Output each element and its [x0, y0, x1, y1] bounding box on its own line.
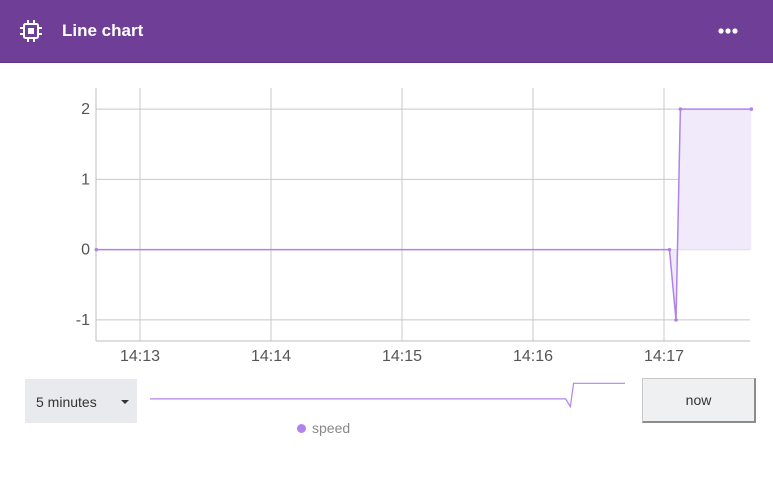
- y-tick-label: 2: [81, 101, 90, 118]
- data-point: [678, 107, 683, 111]
- y-tick-label: 1: [81, 171, 90, 188]
- navigator-line: [150, 382, 625, 409]
- time-range-select[interactable]: 5 minutes: [25, 379, 137, 423]
- line-chart: -1 0 1 2 14:13 14:14 14:15 14:16 14:17: [76, 88, 754, 365]
- x-tick-label: 14:16: [513, 348, 553, 365]
- more-horizontal-icon[interactable]: [713, 22, 743, 40]
- y-axis-ticks: -1 0 1 2: [76, 101, 90, 329]
- series-line-speed: [96, 108, 752, 320]
- x-tick-label: 14:17: [644, 348, 684, 365]
- legend-marker: [297, 424, 306, 433]
- legend: speed: [297, 420, 350, 436]
- chart-series: [94, 107, 754, 322]
- app-header: Line chart: [0, 0, 773, 63]
- chart-area: [96, 109, 752, 320]
- y-tick-label: 0: [81, 242, 90, 259]
- series-area: [96, 109, 752, 320]
- now-button[interactable]: now: [642, 378, 756, 423]
- data-point: [674, 318, 678, 322]
- chevron-down-icon: [121, 400, 129, 404]
- x-axis-ticks: 14:13 14:14 14:15 14:16 14:17: [120, 348, 684, 365]
- y-tick-label: -1: [76, 312, 90, 329]
- data-point: [94, 247, 99, 252]
- card-title: Line chart: [62, 21, 144, 40]
- x-tick-label: 14:15: [382, 348, 422, 365]
- chart-grid: [95, 88, 750, 342]
- data-point: [749, 107, 754, 111]
- range-navigator[interactable]: [148, 376, 628, 416]
- data-point: [667, 247, 672, 252]
- x-tick-label: 14:13: [120, 348, 160, 365]
- x-tick-label: 14:14: [251, 348, 291, 365]
- chip-icon: [20, 20, 42, 42]
- time-range-value: 5 minutes: [36, 394, 97, 410]
- legend-label: speed: [312, 420, 351, 436]
